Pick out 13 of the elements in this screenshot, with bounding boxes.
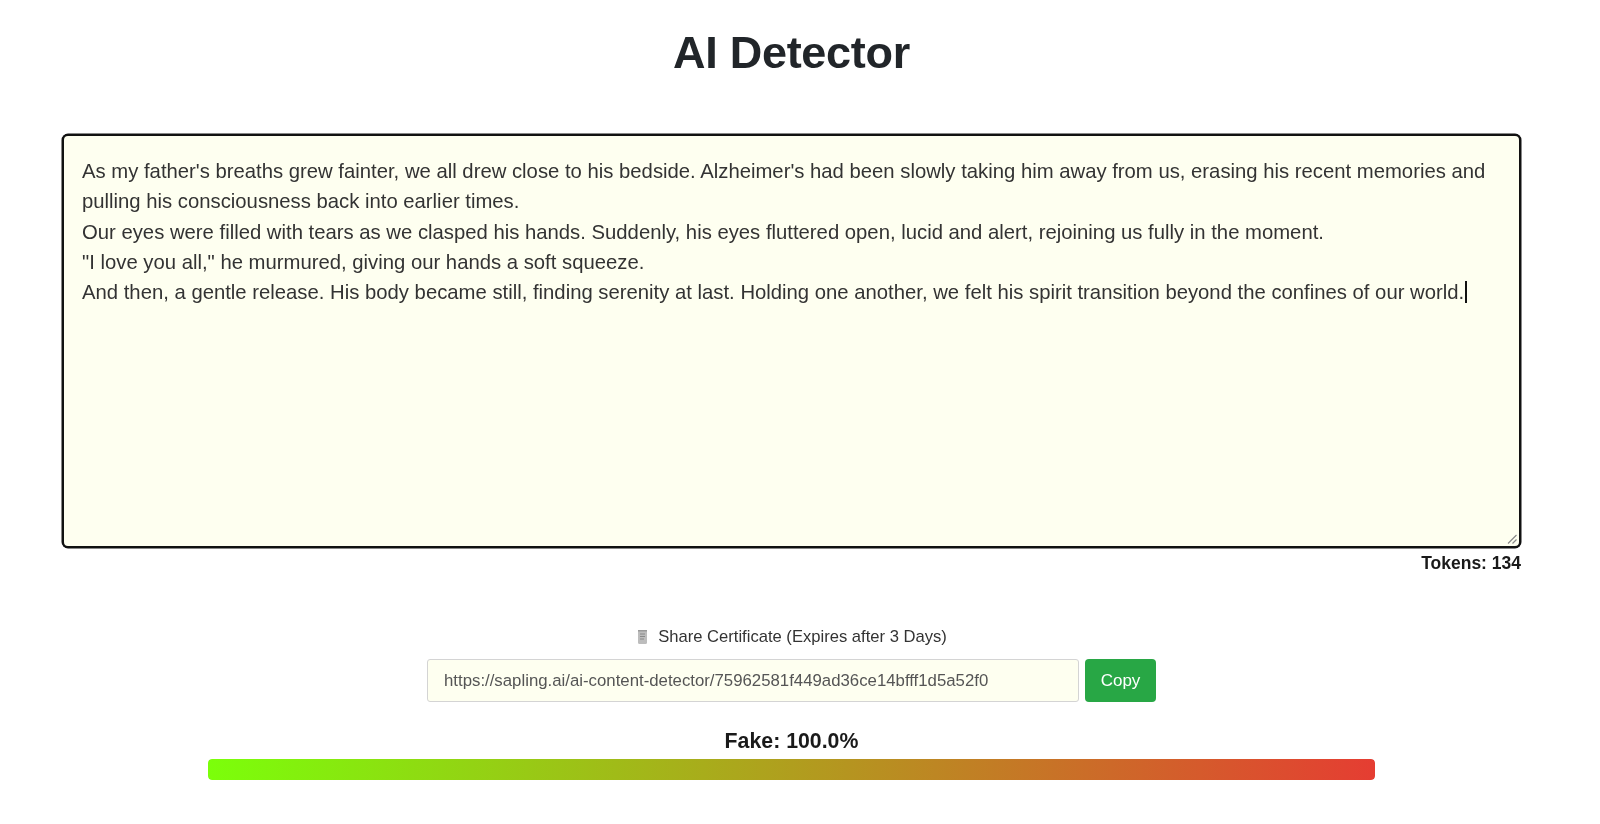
entered-text: As my father's breaths grew fainter, we all drew close to his bedside. Alzheimer's had been slowly taking him away from us, erasing his recent memories and pulling his consciousness back into earlier times. <box>82 160 1486 213</box>
token-count: Tokens: 134 <box>1421 553 1521 573</box>
entered-text: And then, a gentle release. His body became still, finding serenity at last. Holding one another, we felt his spirit transition beyond the confines of our world. <box>82 281 1465 304</box>
fake-score-label: Fake: 100.0% <box>724 729 859 753</box>
text-input-area[interactable] <box>62 134 1521 548</box>
resize-grip-icon[interactable] <box>1507 534 1517 544</box>
page-title: AI Detector <box>673 27 910 79</box>
url-field[interactable]: https://sapling.ai/ai-content-detector/75962581f449ad36ce14bfff1d5a52f0 <box>427 659 1079 702</box>
text-cursor <box>1465 281 1467 304</box>
document-icon <box>636 629 650 645</box>
entered-text: Our eyes were filled with tears as we clasped his hands. Suddenly, his eyes fluttered open, lucid and alert, rejoining us fully in the moment. <box>82 220 1324 243</box>
entered-text: "I love you all," he murmured, giving our hands a soft squeeze. <box>82 250 645 273</box>
share-certificate-label: Share Certificate (Expires after 3 Days) <box>658 627 947 647</box>
